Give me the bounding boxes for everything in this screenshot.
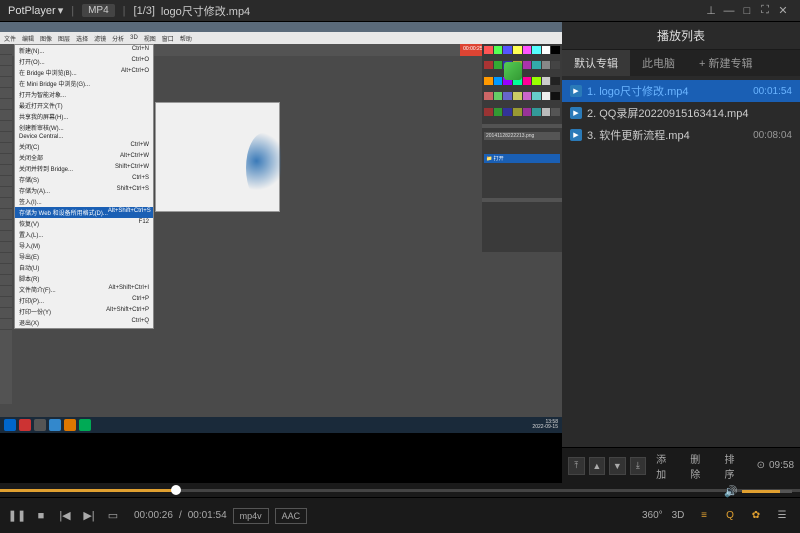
file-icon: ▶ <box>570 129 582 141</box>
playlist-footer: ⤒ ▲ ▼ ⤓ 添加 删除 排序 ⊙ 09:58 <box>562 447 800 483</box>
pause-button[interactable]: ❚❚ <box>8 507 26 525</box>
video-area: 文件编辑图像图层选择滤镜分析3D视图窗口帮助 00:00:25 拖拽 新建(N)… <box>0 22 562 483</box>
tab-default[interactable]: 默认专辑 <box>562 50 630 76</box>
codec-audio[interactable]: AAC <box>275 508 308 524</box>
app-name[interactable]: PotPlayer <box>8 5 56 17</box>
add-button[interactable]: 添加 <box>650 448 680 484</box>
prev-button[interactable]: |◀ <box>56 507 74 525</box>
list-item[interactable]: ▶ 2. QQ录屏20220915163414.mp4 <box>562 102 800 124</box>
move-top-button[interactable]: ⤒ <box>568 457 585 475</box>
move-bottom-button[interactable]: ⤓ <box>630 457 647 475</box>
clock-icon: ⊙ <box>757 460 765 471</box>
settings-icon[interactable]: ✿ <box>746 510 766 521</box>
time-current: 00:00:26 <box>134 510 173 521</box>
file-index: [1/3] <box>134 5 155 17</box>
playlist-title: 播放列表 <box>562 22 800 50</box>
file-icon: ▶ <box>570 85 582 97</box>
volume-icon[interactable]: 🔊 <box>724 485 738 498</box>
list-item[interactable]: ▶ 3. 软件更新流程.mp4 00:08:04 <box>562 124 800 146</box>
volume-slider[interactable] <box>742 490 792 493</box>
progress-thumb[interactable] <box>171 485 181 495</box>
file-icon: ▶ <box>570 107 582 119</box>
move-up-button[interactable]: ▲ <box>589 457 606 475</box>
move-down-button[interactable]: ▼ <box>609 457 626 475</box>
tab-new[interactable]: + 新建专辑 <box>687 50 764 76</box>
playlist-items: ▶ 1. logo尺寸修改.mp4 00:01:54 ▶ 2. QQ录屏2022… <box>562 76 800 447</box>
time-total: 00:01:54 <box>188 510 227 521</box>
fullscreen-icon[interactable]: ⛶ <box>756 4 774 17</box>
delete-button[interactable]: 删除 <box>684 448 714 484</box>
format-badge: MP4 <box>82 4 115 17</box>
playlist-panel: 播放列表 默认专辑 此电脑 + 新建专辑 ▶ 1. logo尺寸修改.mp4 0… <box>562 22 800 483</box>
close-icon[interactable]: ✕ <box>774 4 792 17</box>
menu-icon[interactable]: ☰ <box>772 510 792 521</box>
controls: ❚❚ ■ |◀ ▶| ▭ 00:00:26 / 00:01:54 mp4v AA… <box>0 497 800 533</box>
tab-computer[interactable]: 此电脑 <box>630 50 687 76</box>
video-frame[interactable]: 文件编辑图像图层选择滤镜分析3D视图窗口帮助 00:00:25 拖拽 新建(N)… <box>0 22 562 433</box>
codec-video[interactable]: mp4v <box>233 508 269 524</box>
deg-button[interactable]: 360° <box>642 510 662 521</box>
3d-button[interactable]: 3D <box>668 510 688 521</box>
minimize-icon[interactable]: — <box>720 5 738 17</box>
titlebar: PotPlayer ▾ | MP4 | [1/3] logo尺寸修改.mp4 ⊥… <box>0 0 800 22</box>
pin-icon[interactable]: ⊥ <box>702 4 720 17</box>
clock-time: 09:58 <box>769 460 794 471</box>
dropdown-icon[interactable]: ▾ <box>58 4 64 17</box>
open-button[interactable]: ▭ <box>104 507 122 525</box>
playlist-icon[interactable]: ≡ <box>694 510 714 521</box>
volume-control[interactable]: 🔊 <box>724 485 792 498</box>
next-button[interactable]: ▶| <box>80 507 98 525</box>
list-item[interactable]: ▶ 1. logo尺寸修改.mp4 00:01:54 <box>562 80 800 102</box>
info-icon[interactable]: Q <box>720 510 740 521</box>
file-name: logo尺寸修改.mp4 <box>161 3 250 19</box>
playlist-tabs: 默认专辑 此电脑 + 新建专辑 <box>562 50 800 76</box>
progress-bar[interactable]: 🔊 <box>0 483 800 497</box>
maximize-icon[interactable]: □ <box>738 5 756 17</box>
sort-button[interactable]: 排序 <box>718 448 748 484</box>
stop-button[interactable]: ■ <box>32 507 50 525</box>
